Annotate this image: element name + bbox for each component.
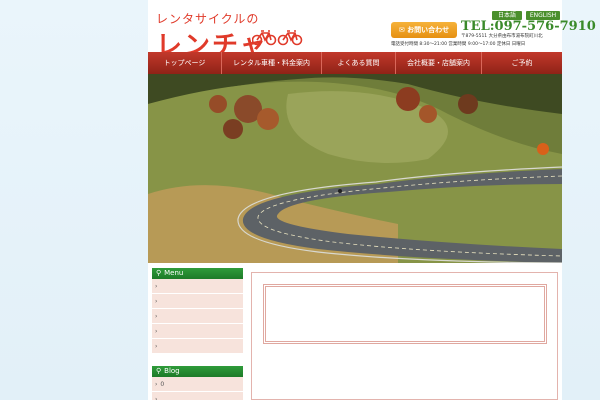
page-background-left <box>0 0 148 400</box>
menu-header: ⚲ Menu <box>152 268 243 279</box>
blog-item[interactable] <box>152 392 243 400</box>
address: 〒879-5511 大分県由布市湯布院町川北 <box>461 34 543 39</box>
menu-item[interactable] <box>152 339 243 354</box>
nav-reserve[interactable]: ご予約 <box>482 52 562 74</box>
nav-faq[interactable]: よくある質問 <box>322 52 396 74</box>
menu-item[interactable] <box>152 294 243 309</box>
menu-title: Menu <box>164 269 184 277</box>
blog-list: 0 <box>152 377 243 400</box>
bicycle-icon: ⚲ <box>156 269 162 277</box>
contact-button-label: お問い合わせ <box>407 26 450 34</box>
nav-company[interactable]: 会社概要・店舗案内 <box>396 52 482 74</box>
nav-rental[interactable]: レンタル車種・料金案内 <box>222 52 322 74</box>
nav-top[interactable]: トップページ <box>148 52 222 74</box>
main-nav: トップページ レンタル車種・料金案内 よくある質問 会社概要・店舗案内 ご予約 <box>148 52 562 74</box>
blog-item[interactable]: 0 <box>152 377 243 392</box>
mail-icon: ✉ <box>398 26 408 34</box>
blog-header: ⚲ Blog <box>152 366 243 377</box>
bicycle-icon: ⚲ <box>156 367 162 375</box>
menu-item[interactable] <box>152 279 243 294</box>
blog-title: Blog <box>164 367 180 375</box>
business-hours: 電話受付時間 8:30〜21:00 営業時間 9:00〜17:00 定休日 日曜… <box>391 42 526 47</box>
menu-list <box>152 279 243 354</box>
page-container: レンタサイクルの レンチャ 日本語 ENGLISH ✉ お問い合わせ TEL:0… <box>148 0 596 400</box>
menu-item[interactable] <box>152 309 243 324</box>
sidebar: ⚲Menu ⚲Blog 0 <box>152 268 243 400</box>
contact-button[interactable]: ✉ お問い合わせ <box>391 22 457 38</box>
content-box <box>263 284 547 344</box>
hero-image <box>148 74 562 263</box>
page-background-right <box>562 0 600 400</box>
menu-item[interactable] <box>152 324 243 339</box>
phone-number: TEL:097-576-7910 <box>461 19 596 34</box>
main-content <box>251 272 558 400</box>
bicycle-icon <box>252 30 303 46</box>
